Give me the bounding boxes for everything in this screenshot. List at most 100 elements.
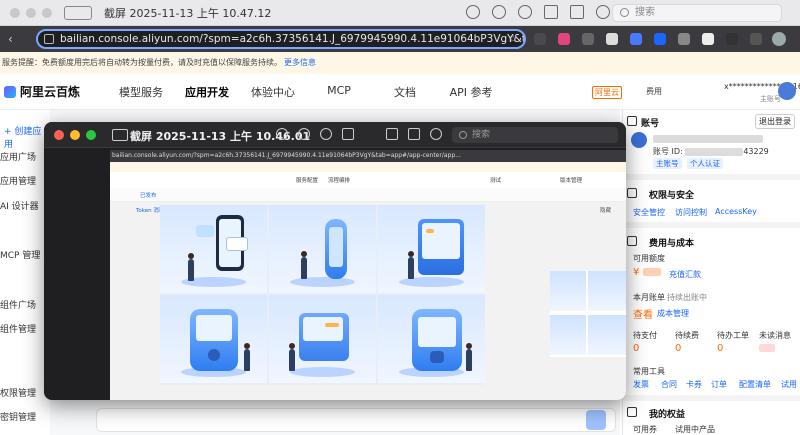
left-sidebar: + 创建应用 应用广场 应用管理 AI 设计器 MCP 管理 组件广场 组件管理… (0, 110, 50, 435)
extension-icon[interactable] (726, 33, 738, 45)
benefits-title[interactable]: 我的权益 (649, 407, 685, 420)
tool-coupon[interactable]: 卡券 (686, 379, 702, 390)
extension-icon[interactable] (702, 33, 714, 45)
sidebar-item-component-square[interactable]: 组件广场 (0, 298, 36, 311)
preview-info-icon[interactable] (276, 128, 288, 140)
tools-title: 常用工具 (633, 367, 665, 376)
bill-label: 本月账单 (633, 293, 665, 302)
back-icon[interactable]: ‹ (8, 32, 13, 46)
markup-icon[interactable] (596, 5, 610, 19)
browser-toolbar: ‹ bailian.console.aliyun.com/?spm=a2c6h.… (0, 26, 800, 52)
link-security[interactable]: 安全管控 (633, 207, 665, 218)
preview-share-icon[interactable] (342, 128, 354, 140)
side-thumbnails (550, 271, 626, 357)
image-tile[interactable] (378, 295, 485, 383)
tool-contract[interactable]: 合同 (661, 379, 677, 390)
zoom-out-icon[interactable] (492, 5, 506, 19)
url-text: bailian.console.aliyun.com/?spm=a2c6h.37… (60, 33, 526, 45)
chat-input[interactable] (96, 408, 616, 432)
more-info-link[interactable]: 更多信息 (284, 58, 316, 67)
nav-arrows: ‹ (8, 32, 13, 46)
tool-config-list[interactable]: 配置清单 (739, 379, 771, 390)
rotate-icon[interactable] (570, 5, 584, 19)
extension-icon[interactable] (750, 33, 762, 45)
preview-titlebar: 截屏 2025-11-13 上午 10.46.01 搜索 (44, 122, 626, 148)
close-button[interactable] (10, 7, 20, 18)
nav-app-dev[interactable]: 应用开发 (174, 84, 240, 100)
preview-sidebar-icon[interactable] (112, 129, 128, 141)
preview-zoom-in-icon[interactable] (320, 128, 332, 140)
todo-pay-label: 待支付 (633, 331, 657, 340)
nav-experience[interactable]: 体验中心 (240, 84, 306, 100)
preview-zoom-button[interactable] (86, 130, 96, 140)
sidebar-item-permission[interactable]: 权限管理 (0, 386, 36, 399)
preview-crop-icon[interactable] (408, 128, 420, 140)
extension-icon[interactable] (534, 33, 546, 45)
todo-ticket-count[interactable]: 0 (717, 343, 723, 354)
share-icon[interactable] (544, 5, 558, 19)
address-bar[interactable]: bailian.console.aliyun.com/?spm=a2c6h.37… (36, 29, 526, 49)
inner-nav-version: 版本管理 (560, 178, 583, 184)
image-tile[interactable] (160, 205, 267, 293)
image-tile[interactable] (269, 205, 376, 293)
todo-pay-count[interactable]: 0 (633, 343, 639, 354)
preview-window[interactable]: 截屏 2025-11-13 上午 10.46.01 搜索 bailian.con… (44, 122, 626, 400)
minimize-button[interactable] (26, 7, 36, 18)
cost-mgmt-link[interactable]: 成本管理 (657, 308, 689, 319)
inner-url-bar: bailian.console.aliyun.com/?spm=a2c6h.37… (110, 150, 626, 162)
nav-api[interactable]: API 参考 (438, 84, 504, 100)
user-avatar[interactable] (778, 82, 796, 100)
link-accesskey[interactable]: AccessKey (715, 207, 757, 216)
tag-personal-cert: 个人认证 (687, 158, 723, 169)
fee-title[interactable]: 费用与成本 (649, 236, 694, 249)
preview-markup-icon[interactable] (430, 128, 442, 140)
sidebar-item-mcp-manage[interactable]: MCP 管理 (0, 248, 40, 261)
image-tile[interactable] (160, 295, 267, 383)
todo-renew-count[interactable]: 0 (675, 343, 681, 354)
preview-minimize-button[interactable] (70, 130, 80, 140)
aliyun-badge[interactable]: 阿里云 (592, 86, 622, 99)
nav-docs[interactable]: 文档 (372, 84, 438, 100)
nav-model-service[interactable]: 模型服务 (108, 84, 174, 100)
inner-nav-flow: 流程编排 (328, 178, 351, 184)
extension-icon[interactable] (582, 33, 594, 45)
link-access-control[interactable]: 访问控制 (675, 207, 707, 218)
bookmark-star-icon[interactable]: ☆ (508, 32, 518, 45)
zoom-button[interactable] (42, 7, 52, 18)
image-tile[interactable] (269, 295, 376, 383)
extension-icon[interactable] (678, 33, 690, 45)
extension-icon[interactable] (630, 33, 642, 45)
extensions-bar (534, 33, 762, 45)
sidebar-item-app-manage[interactable]: 应用管理 (0, 174, 36, 187)
image-tile[interactable] (378, 205, 485, 293)
tool-invoice[interactable]: 发票 (633, 379, 649, 390)
tool-order[interactable]: 订单 (711, 379, 727, 390)
todo-message-count[interactable] (759, 343, 775, 354)
sidebar-toggle-icon[interactable] (64, 5, 92, 20)
tool-trial[interactable]: 试用 (781, 379, 797, 390)
sidebar-item-key-manage[interactable]: 密钥管理 (0, 410, 36, 423)
extension-icon[interactable] (558, 33, 570, 45)
logout-button[interactable]: 退出登录 (755, 114, 795, 129)
account-title: 账号 (641, 119, 660, 129)
view-bill[interactable]: 查看 (633, 306, 653, 321)
search-field[interactable]: 搜索 (612, 4, 782, 22)
profile-avatar[interactable] (772, 32, 786, 46)
preview-search-field[interactable]: 搜索 (452, 127, 618, 143)
sidebar-item-component-manage[interactable]: 组件管理 (0, 322, 36, 335)
site-info-icon[interactable] (44, 34, 54, 44)
recharge-link[interactable]: 充值汇款 (669, 269, 701, 280)
preview-rotate-icon[interactable] (386, 128, 398, 140)
preview-close-button[interactable] (54, 130, 64, 140)
nav-mcp[interactable]: MCP (306, 84, 372, 100)
sidebar-item-ai-designer[interactable]: AI 设计器 (0, 199, 39, 212)
extension-icon[interactable] (606, 33, 618, 45)
send-button[interactable] (586, 410, 606, 430)
brand-logo[interactable]: 阿里云百炼 (4, 83, 80, 100)
sidebar-item-app-square[interactable]: 应用广场 (0, 150, 36, 163)
extension-icon[interactable] (654, 33, 666, 45)
preview-zoom-out-icon[interactable] (298, 128, 310, 140)
info-icon[interactable] (466, 5, 480, 19)
fee-link[interactable]: 费用 (646, 86, 662, 97)
zoom-in-icon[interactable] (518, 5, 532, 19)
